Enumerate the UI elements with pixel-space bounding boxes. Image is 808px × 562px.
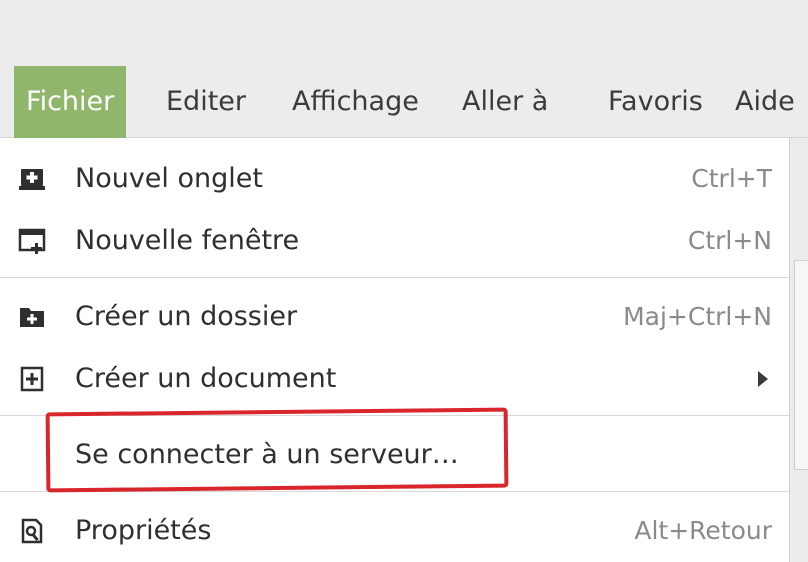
menu-item-label: Créer un dossier bbox=[75, 301, 298, 332]
menu-item-label: Créer un document bbox=[75, 363, 337, 394]
menu-item-creer-dossier[interactable]: Créer un dossier Maj+Ctrl+N bbox=[0, 288, 790, 346]
fichier-dropdown-menu: Nouvel onglet Ctrl+T Nouvelle fenêtre Ct… bbox=[0, 138, 790, 562]
background-panel bbox=[794, 260, 808, 470]
create-document-icon bbox=[20, 366, 44, 392]
menu-item-nouvelle-fenetre[interactable]: Nouvelle fenêtre Ctrl+N bbox=[0, 212, 790, 270]
menu-separator bbox=[0, 415, 790, 416]
window-titlebar bbox=[0, 0, 808, 66]
menu-item-shortcut: Ctrl+T bbox=[691, 164, 772, 193]
menu-item-shortcut: Ctrl+N bbox=[687, 226, 772, 255]
properties-icon bbox=[21, 518, 43, 544]
menu-fichier[interactable]: Fichier bbox=[14, 66, 127, 138]
menu-aide[interactable]: Aide bbox=[735, 66, 795, 138]
background-window-edge bbox=[790, 138, 808, 562]
new-tab-icon bbox=[19, 169, 45, 190]
menu-affichage[interactable]: Affichage bbox=[292, 66, 419, 138]
menu-favoris[interactable]: Favoris bbox=[608, 66, 703, 138]
menu-item-label: Propriétés bbox=[75, 515, 212, 546]
menu-aller-a[interactable]: Aller à bbox=[462, 66, 548, 138]
menu-separator bbox=[0, 277, 790, 278]
menu-item-label: Nouvel onglet bbox=[75, 163, 263, 194]
menu-separator bbox=[0, 491, 790, 492]
menu-item-shortcut: Alt+Retour bbox=[634, 516, 772, 545]
file-manager-window: Fichier Editer Affichage Aller à Favoris… bbox=[0, 0, 808, 562]
menu-item-nouvel-onglet[interactable]: Nouvel onglet Ctrl+T bbox=[0, 150, 790, 208]
new-window-icon bbox=[18, 228, 46, 254]
menubar: Fichier Editer Affichage Aller à Favoris… bbox=[0, 66, 808, 138]
menu-item-shortcut: Maj+Ctrl+N bbox=[623, 302, 772, 331]
menu-item-se-connecter-serveur[interactable]: Se connecter à un serveur… bbox=[0, 426, 790, 484]
menu-item-creer-document[interactable]: Créer un document bbox=[0, 350, 790, 408]
create-folder-icon bbox=[20, 308, 44, 327]
menu-item-label: Se connecter à un serveur… bbox=[75, 439, 459, 470]
menu-editer[interactable]: Editer bbox=[166, 66, 246, 138]
menu-item-proprietes[interactable]: Propriétés Alt+Retour bbox=[0, 502, 790, 560]
menu-item-label: Nouvelle fenêtre bbox=[75, 225, 300, 256]
submenu-arrow-icon bbox=[758, 371, 768, 387]
